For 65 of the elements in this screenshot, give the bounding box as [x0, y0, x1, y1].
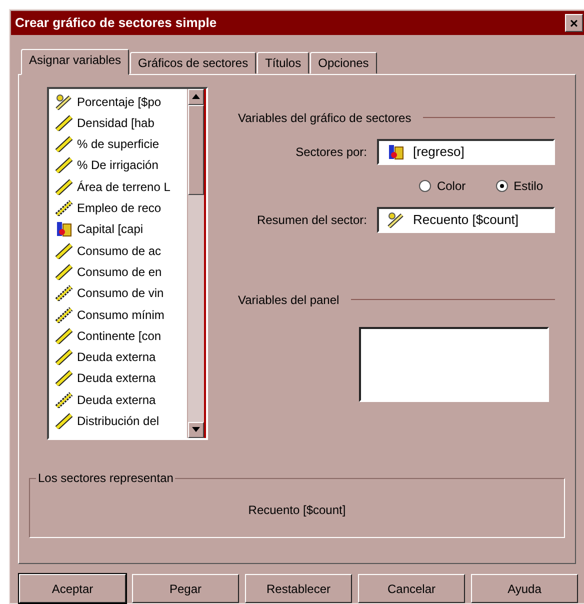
ruler-icon [55, 392, 73, 408]
bar-chart-icon [387, 144, 405, 160]
ruler-icon [55, 242, 73, 259]
radio-button[interactable] [496, 180, 508, 192]
ruler-icon [55, 306, 73, 323]
ruler-icon [55, 328, 73, 344]
ruler-icon [55, 136, 73, 152]
summary-field[interactable]: Recuento [$count] [377, 206, 555, 233]
ruler-icon [55, 264, 73, 280]
ruler-icon [55, 413, 73, 430]
dialog-button[interactable]: Aceptar [19, 574, 126, 603]
list-item[interactable]: Consumo mínim [77, 308, 164, 322]
field-label: Resumen del sector: [256, 212, 367, 227]
ruler-icon [55, 200, 73, 216]
radio-button[interactable] [418, 180, 431, 192]
radio-label: Estilo [514, 178, 543, 193]
list-item[interactable]: Consumo de en [77, 264, 162, 279]
list-item[interactable]: Continente [con [77, 328, 162, 343]
ruler-icon [55, 285, 73, 302]
ruler-icon [55, 370, 73, 386]
list-item[interactable]: % de superficie [77, 137, 160, 152]
list-item[interactable]: Distribución del [77, 414, 160, 428]
scroll-thumb[interactable] [188, 104, 204, 195]
bar-chart-icon [55, 221, 73, 238]
list-item[interactable]: % De irrigación [77, 158, 158, 172]
dialog-button[interactable]: Restablecer [245, 574, 352, 603]
group-title: Los sectores representan [36, 470, 176, 485]
field-value: Recuento [$count] [413, 212, 519, 228]
scroll-down-icon[interactable] [188, 422, 204, 438]
list-item[interactable]: Consumo de vin [77, 286, 164, 300]
field-label: Sectores por: [296, 144, 367, 159]
section-heading: Variables del gráfico de sectores [238, 110, 412, 125]
list-item[interactable]: Capital [capi [77, 222, 144, 236]
radio-label: Color [436, 178, 466, 193]
group-value: Recuento [$count] [248, 502, 346, 517]
list-item[interactable]: Empleo de reco [77, 201, 162, 216]
list-item[interactable]: Deuda externa [77, 350, 156, 364]
ruler-icon [55, 178, 73, 195]
dialog-button[interactable]: Cancelar [358, 574, 465, 603]
ruler-icon [55, 157, 73, 174]
ruler-icon [55, 349, 73, 366]
tab[interactable]: Opciones [310, 52, 377, 74]
window-title: Crear gráfico de sectores simple [15, 15, 217, 30]
section-heading: Variables del panel [238, 292, 340, 307]
panel-variables-field[interactable] [359, 326, 549, 402]
tab[interactable]: Títulos [257, 52, 310, 74]
tab[interactable]: Gráficos de sectores [130, 52, 256, 74]
dialog-button[interactable]: Ayuda [471, 574, 578, 603]
list-item[interactable]: Deuda externa [77, 392, 156, 407]
close-button[interactable]: × [565, 14, 583, 32]
list-item[interactable]: Deuda externa [77, 371, 156, 386]
slice-by-field[interactable]: [regreso] [377, 138, 555, 165]
ruler-icon [55, 94, 73, 110]
list-item[interactable]: Densidad [hab [77, 116, 154, 130]
list-item[interactable]: Consumo de ac [77, 244, 162, 258]
tab[interactable]: Asignar variables [21, 48, 130, 75]
scroll-up-icon[interactable] [188, 88, 204, 105]
list-item[interactable]: Porcentaje [$po [77, 94, 162, 109]
list-item[interactable]: Área de terreno L [77, 180, 170, 194]
variable-list[interactable] [47, 86, 208, 440]
ruler-icon [387, 212, 405, 228]
scrollbar[interactable] [187, 88, 206, 438]
dialog-button[interactable]: Pegar [132, 574, 239, 603]
ruler-icon [55, 114, 73, 131]
field-value: [regreso] [413, 144, 464, 160]
